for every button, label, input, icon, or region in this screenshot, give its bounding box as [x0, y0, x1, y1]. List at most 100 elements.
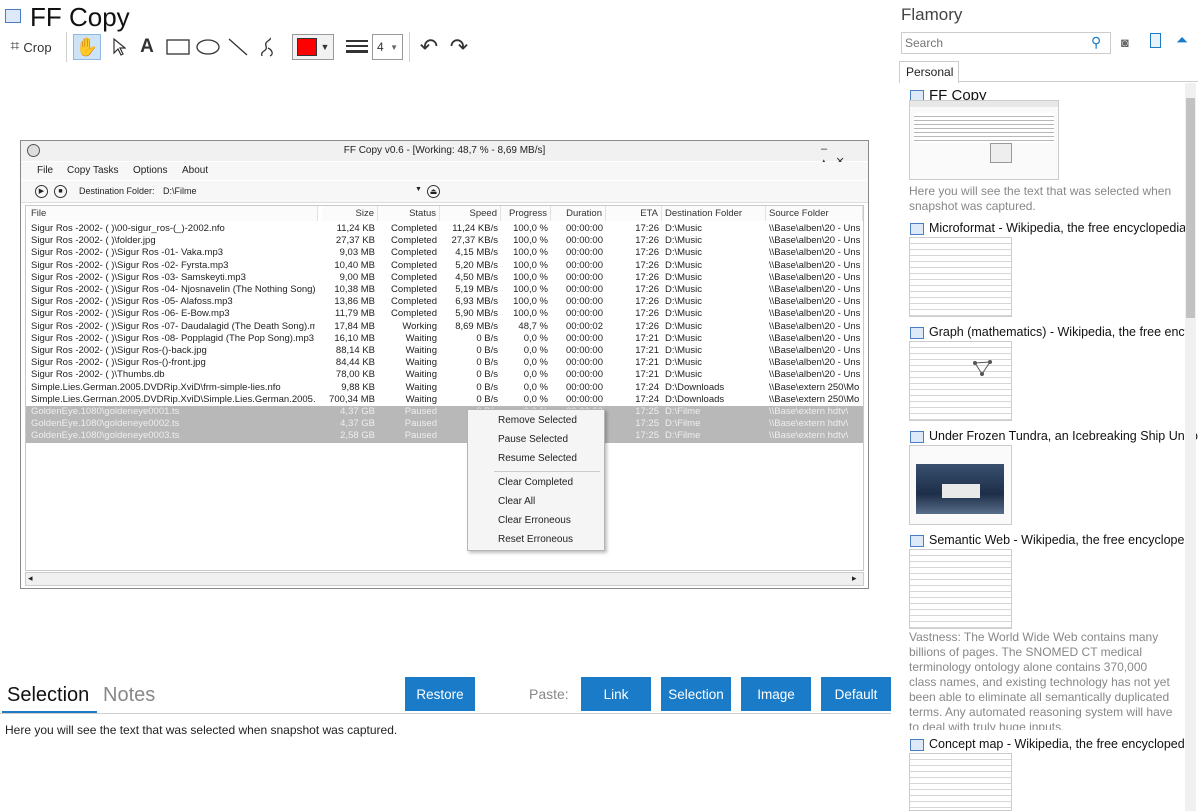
paste-image-button[interactable]: Image — [741, 677, 811, 711]
table-cell: Sigur Ros -2002- ( )\Sigur Ros -03- Sams… — [31, 271, 246, 283]
table-cell: \\Base\alben\20 - Uns — [769, 320, 860, 332]
search-icon[interactable]: ⚲ — [1091, 34, 1101, 51]
paste-selection-button[interactable]: Selection — [661, 677, 731, 711]
table-cell: 17:25 — [635, 430, 659, 442]
ctx-clear-completed: Clear Completed — [498, 477, 574, 488]
table-cell: Sigur Ros -2002- ( )\Sigur Ros-()-back.j… — [31, 345, 207, 356]
color-picker[interactable]: ▼ — [292, 34, 334, 60]
chevron-left-icon: ◂ — [28, 573, 33, 583]
table-cell: 100,0 % — [513, 284, 548, 295]
table-cell: \\Base\extern hdtv\ — [769, 406, 849, 417]
entry-thumbnail[interactable] — [909, 237, 1012, 317]
table-cell: Sigur Ros -2002- ( )\Sigur Ros-()-front.… — [31, 357, 206, 369]
collapse-icon[interactable]: ⏶ — [1176, 32, 1188, 49]
scrollbar-thumb[interactable] — [1186, 98, 1195, 318]
undo-button[interactable]: ↶ — [416, 34, 442, 60]
tab-selection-indicator — [2, 711, 97, 713]
search-input[interactable] — [901, 32, 1111, 54]
table-cell: Waiting — [405, 357, 437, 369]
tab-personal[interactable]: Personal — [899, 61, 959, 83]
rectangle-icon — [166, 39, 190, 55]
rectangle-tool-button[interactable] — [164, 34, 192, 60]
table-cell: Sigur Ros -2002- ( )\Sigur Ros -05- Alaf… — [31, 296, 233, 308]
tab-selection[interactable]: Selection — [7, 684, 89, 707]
table-row: Sigur Ros -2002- ( )\Sigur Ros -07- Daud… — [26, 321, 863, 333]
table-cell: D:\Music — [665, 357, 702, 369]
entry-thumbnail[interactable] — [909, 549, 1012, 629]
page-title: FF Copy — [30, 2, 130, 32]
tab-divider — [959, 81, 1198, 82]
table-cell: 17:26 — [635, 235, 659, 247]
table-cell: 17:26 — [635, 223, 659, 234]
ellipse-icon — [196, 39, 220, 55]
table-cell: 17:26 — [635, 259, 659, 271]
table-cell: Waiting — [405, 345, 437, 356]
line-tool-button[interactable] — [225, 34, 251, 60]
color-swatch — [296, 38, 317, 56]
ellipse-tool-button[interactable] — [194, 34, 222, 60]
page-icon — [910, 739, 924, 751]
app-logo-icon — [27, 144, 40, 157]
redo-button[interactable]: ↷ — [446, 34, 472, 60]
hand-tool-button[interactable]: ✋ — [73, 34, 101, 60]
table-cell: D:\Music — [665, 308, 702, 320]
table-cell: 700,34 MB — [329, 393, 375, 405]
table-cell: \\Base\alben\20 - Uns — [769, 271, 860, 283]
snapshot-table: File Size Status Speed Progress Duration ETA De… — [25, 205, 864, 571]
table-cell: Paused — [404, 430, 437, 442]
line-width-value: 4 — [377, 40, 384, 54]
table-cell: Simple.Lies.German.2005.DVDRip.XviD\frm-… — [31, 381, 281, 393]
entry-title[interactable]: Microformat - Wikipedia, the free encycl… — [929, 221, 1186, 235]
line-width-select[interactable]: 4 ▼ — [372, 34, 403, 60]
entry-title[interactable]: Concept map - Wikipedia, the free encycl… — [929, 737, 1187, 751]
table-cell: 27,37 KB — [335, 235, 375, 247]
document-icon[interactable] — [1150, 33, 1161, 48]
table-cell: Completed — [391, 271, 437, 283]
tab-notes[interactable]: Notes — [103, 684, 155, 707]
table-cell: D:\Music — [665, 247, 702, 259]
app-icon — [5, 9, 21, 23]
entry-thumbnail[interactable] — [909, 100, 1059, 180]
table-cell: 17:21 — [635, 369, 659, 381]
table-cell: 0,0 % — [523, 345, 548, 356]
table-cell: 17,84 MB — [334, 320, 375, 332]
table-row: Sigur Ros -2002- ( )\Sigur Ros -03- Sams… — [26, 272, 863, 284]
dest-label: Destination Folder: — [79, 186, 155, 196]
table-row: GoldenEye.1080\goldeneye0003.ts 2,58 GB Pa… — [26, 430, 863, 443]
table-cell: 00:00:00 — [566, 393, 603, 405]
table-cell: 00:00:00 — [566, 284, 603, 295]
entry-title[interactable]: Graph (mathematics) - Wikipedia, the fre… — [929, 325, 1191, 339]
ctx-clear-all: Clear All — [498, 496, 536, 507]
table-cell: 17:24 — [635, 393, 659, 405]
table-cell: 00:00:00 — [566, 247, 603, 259]
table-cell: 00:00:00 — [566, 308, 603, 320]
menu-options: Options — [133, 165, 168, 176]
entry-thumbnail[interactable] — [909, 445, 1012, 525]
table-cell: 17:25 — [635, 406, 659, 417]
entry-thumbnail[interactable] — [909, 341, 1012, 421]
table-cell: \\Base\alben\20 - Uns — [769, 308, 860, 320]
camera-icon[interactable]: ◙ — [1121, 35, 1129, 50]
text-tool-button[interactable]: A — [136, 34, 158, 60]
table-cell: Sigur Ros -2002- ( )\Thumbs.db — [31, 369, 165, 381]
select-tool-button[interactable] — [106, 34, 132, 60]
entry-thumbnail[interactable] — [909, 753, 1012, 811]
table-cell: D:\Filme — [665, 430, 701, 442]
paste-link-button[interactable]: Link — [581, 677, 651, 711]
table-cell: D:\Filme — [665, 418, 701, 430]
table-row: Sigur Ros -2002- ( )\00-sigur_ros-(_)-20… — [26, 223, 863, 235]
table-cell: 00:00:00 — [566, 271, 603, 283]
entry-title[interactable]: Under Frozen Tundra, an Icebreaking Ship… — [929, 429, 1198, 443]
crop-button[interactable]: ⌗ Crop — [5, 34, 57, 60]
entry-title[interactable]: Semantic Web - Wikipedia, the free encyc… — [929, 533, 1191, 547]
table-cell: Sigur Ros -2002- ( )\Sigur Ros -04- Njos… — [31, 284, 315, 295]
table-cell: Completed — [391, 235, 437, 247]
toolbar-divider — [66, 32, 67, 62]
table-cell: D:\Downloads — [665, 381, 725, 393]
paste-default-button[interactable]: Default — [821, 677, 891, 711]
freehand-tool-button[interactable] — [255, 34, 281, 60]
table-cell: D:\Music — [665, 235, 702, 247]
restore-button[interactable]: Restore — [405, 677, 475, 711]
table-cell: D:\Downloads — [665, 393, 725, 405]
table-cell: 00:00:02 — [566, 320, 603, 332]
